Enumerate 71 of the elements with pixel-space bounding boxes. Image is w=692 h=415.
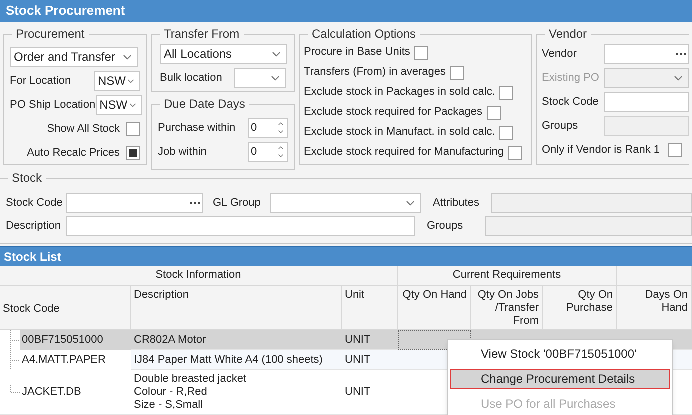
lookup-field[interactable] [604, 44, 689, 64]
section-title: Stock List [4, 248, 62, 266]
table-cell: 00BF715051000 [20, 330, 131, 350]
table-cell-text: UNIT [344, 384, 372, 400]
checkbox[interactable] [450, 66, 464, 80]
column-group-header: Stock Information [0, 266, 398, 285]
field-label: Bulk location [160, 70, 222, 86]
column-header[interactable]: Days On Hand [617, 286, 692, 329]
checkbox-label: Exclude stock required for Manufacturing [304, 145, 504, 160]
checkbox[interactable] [499, 126, 514, 140]
column-header[interactable]: Qty On Purchase [543, 286, 617, 329]
field-label: Stock Code [6, 196, 64, 211]
column-header[interactable]: Qty On Hand [398, 286, 471, 329]
field-label: Existing PO [542, 70, 600, 86]
column-header[interactable]: Description [131, 286, 342, 329]
field-label: PO Ship Location [10, 98, 96, 113]
dropdown[interactable]: NSW [94, 71, 140, 91]
lookup-field[interactable] [66, 193, 203, 213]
checkbox[interactable] [668, 143, 682, 157]
checkbox-label: Exclude stock required for Packages [304, 105, 483, 120]
checkbox[interactable] [126, 122, 140, 136]
field-label: Stock Code [542, 94, 600, 110]
number-spinner[interactable]: 0 [248, 118, 288, 138]
table-cell-text: UNIT [344, 332, 372, 348]
dropdown[interactable]: NSW [96, 95, 142, 115]
input-field[interactable] [604, 92, 689, 112]
field-label: Attributes [433, 196, 480, 211]
field-label: Groups [542, 118, 580, 134]
field-label: For Location [10, 74, 72, 89]
table-cell-text: IJ84 Paper Matt White A4 (100 sheets) [133, 352, 324, 368]
checkbox[interactable] [508, 146, 522, 160]
field-label: Purchase within [158, 120, 236, 136]
checkbox-label: Only if Vendor is Rank 1 [542, 142, 660, 158]
input-field[interactable] [491, 193, 692, 213]
checkbox-label: Show All Stock [47, 122, 120, 137]
dropdown[interactable] [270, 193, 421, 213]
column-group-header: Current Requirements [398, 266, 617, 285]
column-header[interactable]: Stock Code [0, 286, 131, 329]
field-label: Job within [158, 144, 207, 160]
dropdown[interactable]: Order and Transfer [10, 47, 138, 67]
dropdown[interactable] [234, 68, 286, 88]
checkbox[interactable] [499, 86, 514, 100]
column-header[interactable]: Unit [342, 286, 398, 329]
field-label: GL Group [213, 196, 262, 211]
table-cell-text: Double breasted jacket Colour - R,Red Size - S,Small [133, 372, 248, 412]
checkbox[interactable] [486, 106, 501, 120]
input-field[interactable] [66, 216, 415, 236]
checkbox[interactable] [126, 146, 140, 160]
table-cell-text: UNIT [344, 352, 372, 368]
checkbox-label: Transfers (From) in averages [304, 65, 446, 80]
group-title: Calculation Options [308, 26, 420, 42]
checkbox[interactable] [414, 46, 428, 60]
tree-line-icon [10, 384, 20, 392]
table-cell-text: JACKET.DB [21, 384, 82, 400]
field-label: Groups [427, 218, 464, 234]
table-cell-text: CR802A Motor [133, 332, 208, 348]
tree-line-icon [10, 350, 20, 370]
table-cell-text: A4.MATT.PAPER [21, 352, 107, 368]
checkbox-label: Procure in Base Units [304, 45, 410, 60]
number-spinner[interactable]: 0 [248, 142, 288, 162]
dropdown[interactable]: All Locations [160, 44, 287, 64]
menu-item[interactable]: Change Procurement Details [450, 368, 670, 390]
checkbox-label: Auto Recalc Prices [27, 146, 120, 161]
column-header[interactable]: Qty On Jobs /Transfer From [471, 286, 543, 329]
field-label: Vendor [542, 46, 578, 62]
field-label: Description [6, 218, 62, 234]
input-field[interactable] [485, 216, 692, 236]
window-title: Stock Procurement [6, 2, 126, 20]
checkbox-label: Exclude stock in Packages in sold calc. [304, 85, 496, 100]
tree-line-icon [10, 330, 20, 350]
checkbox-label: Exclude stock in Manufact. in sold calc. [304, 125, 496, 140]
